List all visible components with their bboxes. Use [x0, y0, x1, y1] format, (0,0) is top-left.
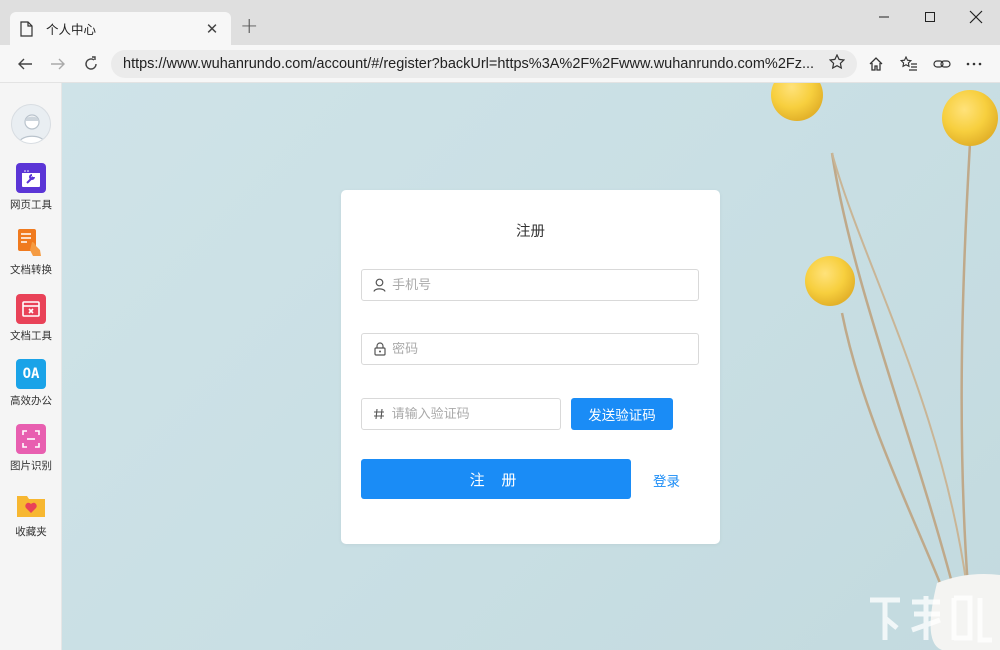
page-content: 注册 发送验证码 注 册 登录: [62, 83, 1000, 650]
back-icon[interactable]: [13, 52, 37, 76]
sidebar: 网页工具 文档转换 文档工具 OA 高效办公 图片识别 收藏夹: [0, 83, 62, 650]
watermark-logo: [870, 595, 992, 643]
send-code-button[interactable]: 发送验证码: [571, 398, 673, 430]
browser-toolbar: https://www.wuhanrundo.com/account/#/reg…: [0, 45, 1000, 83]
password-input[interactable]: [392, 341, 698, 357]
login-link[interactable]: 登录: [653, 470, 680, 490]
sidebar-item-label: 图片识别: [10, 460, 52, 472]
sidebar-item-label: 文档转换: [10, 264, 52, 276]
sidebar-item-label: 收藏夹: [15, 526, 47, 538]
maximize-icon[interactable]: [907, 2, 953, 32]
more-options-icon[interactable]: [962, 52, 986, 76]
office-glyph: OA: [22, 366, 40, 382]
doc-convert-icon: [16, 228, 46, 258]
user-icon: [373, 278, 386, 292]
sidebar-item-label: 高效办公: [10, 395, 52, 407]
url-text: https://www.wuhanrundo.com/account/#/reg…: [123, 56, 815, 72]
sidebar-item-favorites[interactable]: 收藏夹: [0, 490, 62, 552]
page-title: 注册: [516, 224, 545, 240]
phone-input[interactable]: [392, 277, 698, 293]
close-tab-icon[interactable]: ✕: [203, 20, 221, 38]
favorite-star-icon[interactable]: [828, 53, 846, 74]
avatar[interactable]: [11, 104, 51, 144]
register-button[interactable]: 注 册: [361, 459, 631, 499]
sidebar-item-doc-tools[interactable]: 文档工具: [0, 294, 62, 356]
sidebar-item-label: 文档工具: [10, 330, 52, 342]
lock-icon: [373, 342, 386, 356]
home-icon[interactable]: [864, 52, 888, 76]
refresh-icon[interactable]: [79, 52, 103, 76]
image-recognition-icon: [16, 424, 46, 454]
tab-title: 个人中心: [46, 22, 97, 37]
forward-icon[interactable]: [46, 52, 70, 76]
sidebar-item-office[interactable]: OA 高效办公: [0, 359, 62, 421]
minimize-icon[interactable]: [861, 2, 907, 32]
favorites-list-icon[interactable]: [897, 52, 921, 76]
favorites-icon: [16, 490, 46, 520]
hash-icon: [373, 407, 386, 421]
address-bar[interactable]: https://www.wuhanrundo.com/account/#/reg…: [111, 50, 857, 78]
sidebar-item-doc-convert[interactable]: 文档转换: [0, 228, 62, 290]
verification-code-input[interactable]: [391, 406, 560, 422]
register-card: 注册 发送验证码 注 册 登录: [341, 190, 720, 544]
doc-tools-icon: [16, 294, 46, 324]
sidebar-item-label: 网页工具: [10, 199, 52, 211]
phone-field: [361, 269, 699, 301]
web-tools-icon: [16, 163, 46, 193]
password-field: [361, 333, 699, 365]
browser-titlebar: 个人中心 ✕ +: [0, 0, 1000, 45]
verification-code-field: [361, 398, 561, 430]
close-window-icon[interactable]: [953, 2, 999, 32]
office-icon: OA: [16, 359, 46, 389]
document-icon: [20, 20, 33, 37]
sidebar-item-web-tools[interactable]: 网页工具: [0, 163, 62, 225]
sidebar-item-image-recognition[interactable]: 图片识别: [0, 424, 62, 486]
browser-tab[interactable]: 个人中心 ✕: [10, 12, 231, 45]
link-icon[interactable]: [930, 52, 954, 76]
new-tab-icon[interactable]: +: [240, 16, 258, 38]
